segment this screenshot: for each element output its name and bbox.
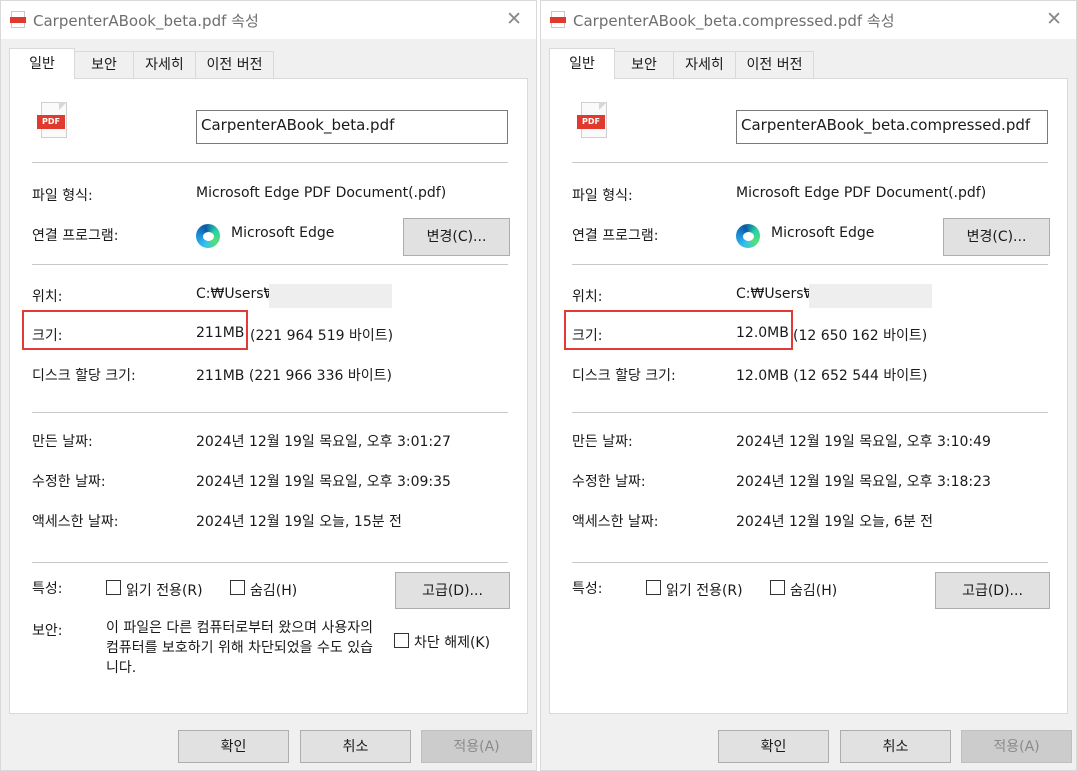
window-title: CarpenterABook_beta.pdf 속성 bbox=[33, 12, 259, 30]
tab-security[interactable]: 보안 bbox=[614, 51, 674, 78]
location-value: C:₩Users₩ bbox=[736, 286, 818, 302]
edge-icon bbox=[736, 224, 760, 248]
hidden-label[interactable]: 숨김(H) bbox=[250, 580, 297, 600]
modified-label: 수정한 날짜: bbox=[572, 474, 646, 490]
accessed-label: 액세스한 날짜: bbox=[572, 514, 659, 530]
tab-previous-versions[interactable]: 이전 버전 bbox=[735, 51, 814, 78]
modified-value: 2024년 12월 19일 목요일, 오후 3:09:35 bbox=[196, 474, 451, 490]
size-bytes-value: (12 650 162 바이트) bbox=[793, 328, 928, 344]
file-type-value: Microsoft Edge PDF Document(.pdf) bbox=[736, 185, 987, 201]
created-value: 2024년 12월 19일 목요일, 오후 3:10:49 bbox=[736, 434, 991, 450]
advanced-button[interactable]: 고급(D)... bbox=[395, 572, 510, 609]
cancel-button[interactable]: 취소 bbox=[300, 730, 411, 763]
redacted-path bbox=[269, 284, 392, 308]
file-name-input[interactable]: CarpenterABook_beta.pdf bbox=[196, 110, 508, 144]
size-on-disk-label: 디스크 할당 크기: bbox=[572, 368, 676, 384]
change-button[interactable]: 변경(C)... bbox=[403, 218, 510, 256]
tab-general[interactable]: 일반 bbox=[549, 48, 615, 79]
general-panel: PDF CarpenterABook_beta.compressed.pdf 파… bbox=[549, 78, 1068, 714]
divider bbox=[572, 264, 1048, 265]
hidden-checkbox[interactable] bbox=[230, 580, 245, 595]
opens-with-value: Microsoft Edge bbox=[771, 225, 875, 241]
redacted-path bbox=[809, 284, 932, 308]
properties-window-original: CarpenterABook_beta.pdf 속성 ✕ 일반 보안 자세히 이… bbox=[0, 0, 537, 771]
window-title: CarpenterABook_beta.compressed.pdf 속성 bbox=[573, 12, 895, 30]
tab-details[interactable]: 자세히 bbox=[133, 51, 196, 78]
size-highlight-box bbox=[564, 310, 793, 350]
unblock-label[interactable]: 차단 해제(K) bbox=[414, 632, 490, 652]
location-value: C:₩Users₩ bbox=[196, 286, 278, 302]
file-type-label: 파일 형식: bbox=[572, 188, 633, 204]
created-value: 2024년 12월 19일 목요일, 오후 3:01:27 bbox=[196, 434, 451, 450]
divider bbox=[572, 562, 1048, 563]
tab-details[interactable]: 자세히 bbox=[673, 51, 736, 78]
opens-with-label: 연결 프로그램: bbox=[572, 228, 659, 244]
divider bbox=[32, 562, 508, 563]
apply-button[interactable]: 적용(A) bbox=[961, 730, 1072, 763]
cancel-button[interactable]: 취소 bbox=[840, 730, 951, 763]
accessed-value: 2024년 12월 19일 오늘, 6분 전 bbox=[736, 514, 934, 530]
pdf-file-icon: PDF bbox=[37, 102, 69, 140]
created-label: 만든 날짜: bbox=[572, 434, 633, 450]
divider bbox=[572, 412, 1048, 413]
hidden-label[interactable]: 숨김(H) bbox=[790, 580, 837, 600]
read-only-checkbox[interactable] bbox=[106, 580, 121, 595]
security-warning-text: 이 파일은 다른 컴퓨터로부터 왔으며 사용자의 컴퓨터를 보호하기 위해 차단… bbox=[106, 620, 373, 676]
accessed-label: 액세스한 날짜: bbox=[32, 514, 119, 530]
unblock-checkbox[interactable] bbox=[394, 633, 409, 648]
pdf-file-icon bbox=[550, 11, 566, 28]
size-on-disk-label: 디스크 할당 크기: bbox=[32, 368, 136, 384]
tab-previous-versions[interactable]: 이전 버전 bbox=[195, 51, 274, 78]
created-label: 만든 날짜: bbox=[32, 434, 93, 450]
divider bbox=[572, 162, 1048, 163]
hidden-checkbox[interactable] bbox=[770, 580, 785, 595]
modified-label: 수정한 날짜: bbox=[32, 474, 106, 490]
pdf-file-icon bbox=[10, 11, 26, 28]
pdf-file-icon: PDF bbox=[577, 102, 609, 140]
ok-button[interactable]: 확인 bbox=[178, 730, 289, 763]
title-bar[interactable]: CarpenterABook_beta.compressed.pdf 속성 ✕ bbox=[541, 1, 1076, 39]
divider bbox=[32, 264, 508, 265]
opens-with-value: Microsoft Edge bbox=[231, 225, 335, 241]
ok-button[interactable]: 확인 bbox=[718, 730, 829, 763]
close-icon[interactable]: ✕ bbox=[506, 9, 522, 29]
size-on-disk-value: 211MB (221 966 336 바이트) bbox=[196, 368, 392, 384]
file-name-input[interactable]: CarpenterABook_beta.compressed.pdf bbox=[736, 110, 1048, 144]
size-on-disk-value: 12.0MB (12 652 544 바이트) bbox=[736, 368, 928, 384]
security-label: 보안: bbox=[32, 623, 63, 639]
change-button[interactable]: 변경(C)... bbox=[943, 218, 1050, 256]
size-highlight-box bbox=[22, 310, 248, 350]
location-label: 위치: bbox=[32, 289, 63, 305]
opens-with-label: 연결 프로그램: bbox=[32, 228, 119, 244]
advanced-button[interactable]: 고급(D)... bbox=[935, 572, 1050, 609]
divider bbox=[32, 162, 508, 163]
read-only-label[interactable]: 읽기 전용(R) bbox=[126, 580, 203, 600]
apply-button[interactable]: 적용(A) bbox=[421, 730, 532, 763]
properties-window-compressed: CarpenterABook_beta.compressed.pdf 속성 ✕ … bbox=[540, 0, 1077, 771]
file-type-value: Microsoft Edge PDF Document(.pdf) bbox=[196, 185, 447, 201]
attributes-label: 특성: bbox=[32, 581, 63, 597]
accessed-value: 2024년 12월 19일 오늘, 15분 전 bbox=[196, 514, 402, 530]
read-only-label[interactable]: 읽기 전용(R) bbox=[666, 580, 743, 600]
title-bar[interactable]: CarpenterABook_beta.pdf 속성 ✕ bbox=[1, 1, 536, 39]
file-type-label: 파일 형식: bbox=[32, 188, 93, 204]
size-bytes-value: (221 964 519 바이트) bbox=[250, 328, 394, 344]
tab-security[interactable]: 보안 bbox=[74, 51, 134, 78]
close-icon[interactable]: ✕ bbox=[1046, 9, 1062, 29]
attributes-label: 특성: bbox=[572, 581, 603, 597]
divider bbox=[32, 412, 508, 413]
edge-icon bbox=[196, 224, 220, 248]
modified-value: 2024년 12월 19일 목요일, 오후 3:18:23 bbox=[736, 474, 991, 490]
tab-general[interactable]: 일반 bbox=[9, 48, 75, 79]
read-only-checkbox[interactable] bbox=[646, 580, 661, 595]
general-panel: PDF CarpenterABook_beta.pdf 파일 형식: Micro… bbox=[9, 78, 528, 714]
location-label: 위치: bbox=[572, 289, 603, 305]
